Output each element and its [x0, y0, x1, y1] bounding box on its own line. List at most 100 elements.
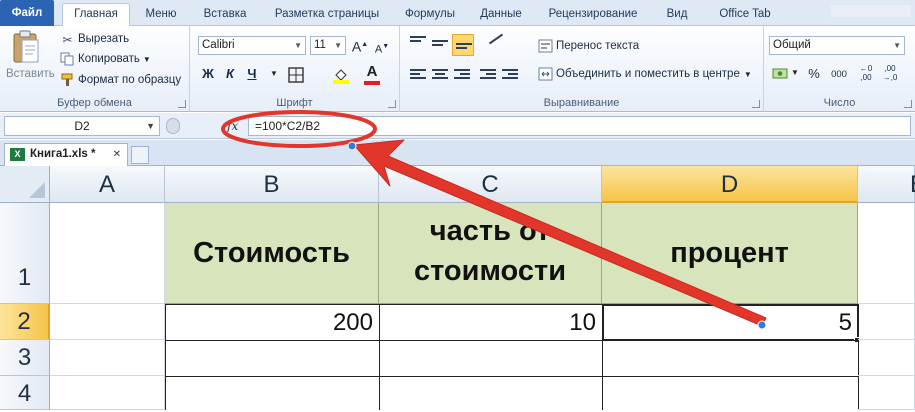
tab-insert[interactable]: Вставка: [196, 4, 254, 26]
font-color-swatch: [364, 81, 380, 85]
align-middle-icon[interactable]: [432, 40, 448, 54]
increase-indent-icon[interactable]: [502, 69, 518, 83]
formula-input[interactable]: =100*C2/B2: [248, 116, 911, 136]
row-header-1[interactable]: 1: [0, 203, 50, 304]
align-center-icon[interactable]: [432, 69, 448, 83]
borders-icon[interactable]: [288, 67, 304, 83]
font-size-select[interactable]: 11 ▼: [310, 36, 346, 55]
copy-button[interactable]: Копировать ▼: [60, 51, 151, 68]
cell-b3[interactable]: [165, 340, 380, 377]
select-all-button[interactable]: [0, 166, 50, 203]
fill-color-icon[interactable]: [332, 66, 350, 84]
cell-d1[interactable]: процент: [602, 203, 858, 304]
cell-c1[interactable]: часть от стоимости: [379, 203, 602, 304]
column-header-b[interactable]: B: [165, 166, 379, 203]
paste-button-label[interactable]: Вставить: [6, 66, 55, 82]
cell-e1[interactable]: [858, 203, 915, 304]
merge-center-button[interactable]: Объединить и поместить в центре ▼: [538, 66, 752, 83]
cell-e4[interactable]: [858, 376, 915, 410]
formula-bar: D2 ▼ fx =100*C2/B2: [0, 113, 915, 139]
italic-button[interactable]: К: [220, 64, 240, 84]
close-icon[interactable]: ✕: [113, 144, 121, 165]
cell-d2[interactable]: 5: [602, 304, 859, 341]
cell-b1[interactable]: Стоимость: [165, 203, 379, 304]
tab-data[interactable]: Данные: [472, 4, 530, 26]
comma-style-button[interactable]: 000: [826, 65, 852, 85]
tab-file[interactable]: Файл: [0, 0, 54, 26]
cell-e3[interactable]: [858, 340, 915, 376]
merge-center-icon: [538, 67, 553, 81]
grow-font-icon: A: [351, 38, 362, 55]
alignment-launcher-icon[interactable]: [752, 100, 760, 108]
number-group: Общий ▼ ▼ % 000 ←0,00 ,00 →,0 Число: [764, 26, 915, 112]
currency-icon[interactable]: [772, 66, 790, 82]
font-name-select[interactable]: Calibri ▼: [198, 36, 306, 55]
cell-e2[interactable]: [858, 304, 915, 340]
column-header-e[interactable]: E: [858, 166, 915, 203]
new-document-icon[interactable]: [131, 146, 149, 164]
cell-b4[interactable]: [165, 376, 380, 410]
tab-view[interactable]: Вид: [656, 4, 698, 26]
underline-dropdown[interactable]: ▼: [264, 64, 284, 84]
excel-file-icon: X: [10, 148, 25, 161]
clipboard-launcher-icon[interactable]: [178, 100, 186, 108]
tab-page-layout[interactable]: Разметка страницы: [263, 4, 391, 26]
currency-dropdown[interactable]: ▼: [791, 68, 799, 77]
format-painter-button[interactable]: Формат по образцу: [60, 72, 181, 88]
cut-label: Вырезать: [78, 33, 130, 45]
font-color-icon: A: [366, 63, 378, 80]
column-header-c[interactable]: C: [379, 166, 602, 203]
increase-decimal-icon[interactable]: ←0,00: [856, 64, 876, 84]
insert-function-icon[interactable]: fx: [227, 119, 238, 133]
scissors-icon: ✂: [62, 32, 73, 47]
cell-a4[interactable]: [50, 376, 165, 410]
grow-font-button[interactable]: A▲: [350, 35, 370, 55]
align-bottom-button[interactable]: [452, 34, 474, 56]
clipboard-group: Вставить ✂ Вырезать Копировать ▼ Формат по…: [0, 26, 190, 112]
tab-menu[interactable]: Меню: [138, 4, 184, 26]
column-header-a[interactable]: A: [50, 166, 165, 203]
tab-review[interactable]: Рецензирование: [540, 4, 646, 26]
font-launcher-icon[interactable]: [388, 100, 396, 108]
row-header-3[interactable]: 3: [0, 340, 50, 376]
percent-button[interactable]: %: [804, 64, 824, 84]
number-format-value: Общий: [773, 39, 811, 51]
paste-icon[interactable]: [12, 30, 40, 64]
workbook-tab[interactable]: X Книга1.xls * ✕: [4, 143, 128, 166]
underline-button[interactable]: Ч: [242, 64, 262, 84]
row-header-2[interactable]: 2: [0, 304, 50, 340]
formula-bar-divider-handle[interactable]: [166, 118, 180, 134]
shrink-font-button[interactable]: A▼: [372, 37, 392, 57]
ribbon-tab-bar: Файл Главная Меню Вставка Разметка стран…: [0, 0, 915, 26]
tab-formulas[interactable]: Формулы: [398, 4, 462, 26]
align-left-icon[interactable]: [410, 69, 426, 83]
row-header-4[interactable]: 4: [0, 376, 50, 410]
cell-d4[interactable]: [602, 376, 859, 410]
merge-center-label: Объединить и поместить в центре: [556, 68, 740, 80]
orientation-icon[interactable]: [488, 33, 504, 52]
chevron-down-icon[interactable]: ▼: [146, 117, 155, 135]
column-header-d[interactable]: D: [602, 166, 858, 203]
number-format-select[interactable]: Общий ▼: [769, 36, 905, 55]
bold-button[interactable]: Ж: [198, 64, 218, 84]
cell-b2[interactable]: 200: [165, 304, 380, 341]
cell-a3[interactable]: [50, 340, 165, 376]
align-right-icon[interactable]: [454, 69, 470, 83]
chevron-down-icon: ▼: [294, 41, 302, 50]
cell-d3[interactable]: [602, 340, 859, 377]
tab-home[interactable]: Главная: [62, 3, 130, 26]
cell-c3[interactable]: [379, 340, 603, 377]
font-color-button[interactable]: A: [362, 62, 382, 82]
cut-button[interactable]: ✂ Вырезать: [60, 31, 129, 47]
align-top-icon[interactable]: [410, 36, 426, 50]
cell-a2[interactable]: [50, 304, 165, 340]
cell-c4[interactable]: [379, 376, 603, 410]
number-launcher-icon[interactable]: [904, 100, 912, 108]
cell-c2[interactable]: 10: [379, 304, 603, 341]
decrease-indent-icon[interactable]: [480, 69, 496, 83]
wrap-text-button[interactable]: Перенос текста: [538, 38, 639, 54]
decrease-decimal-icon[interactable]: ,00 →,0: [880, 64, 900, 84]
name-box[interactable]: D2 ▼: [4, 116, 160, 136]
tab-office-tab[interactable]: Office Tab: [708, 4, 782, 26]
cell-a1[interactable]: [50, 203, 165, 304]
